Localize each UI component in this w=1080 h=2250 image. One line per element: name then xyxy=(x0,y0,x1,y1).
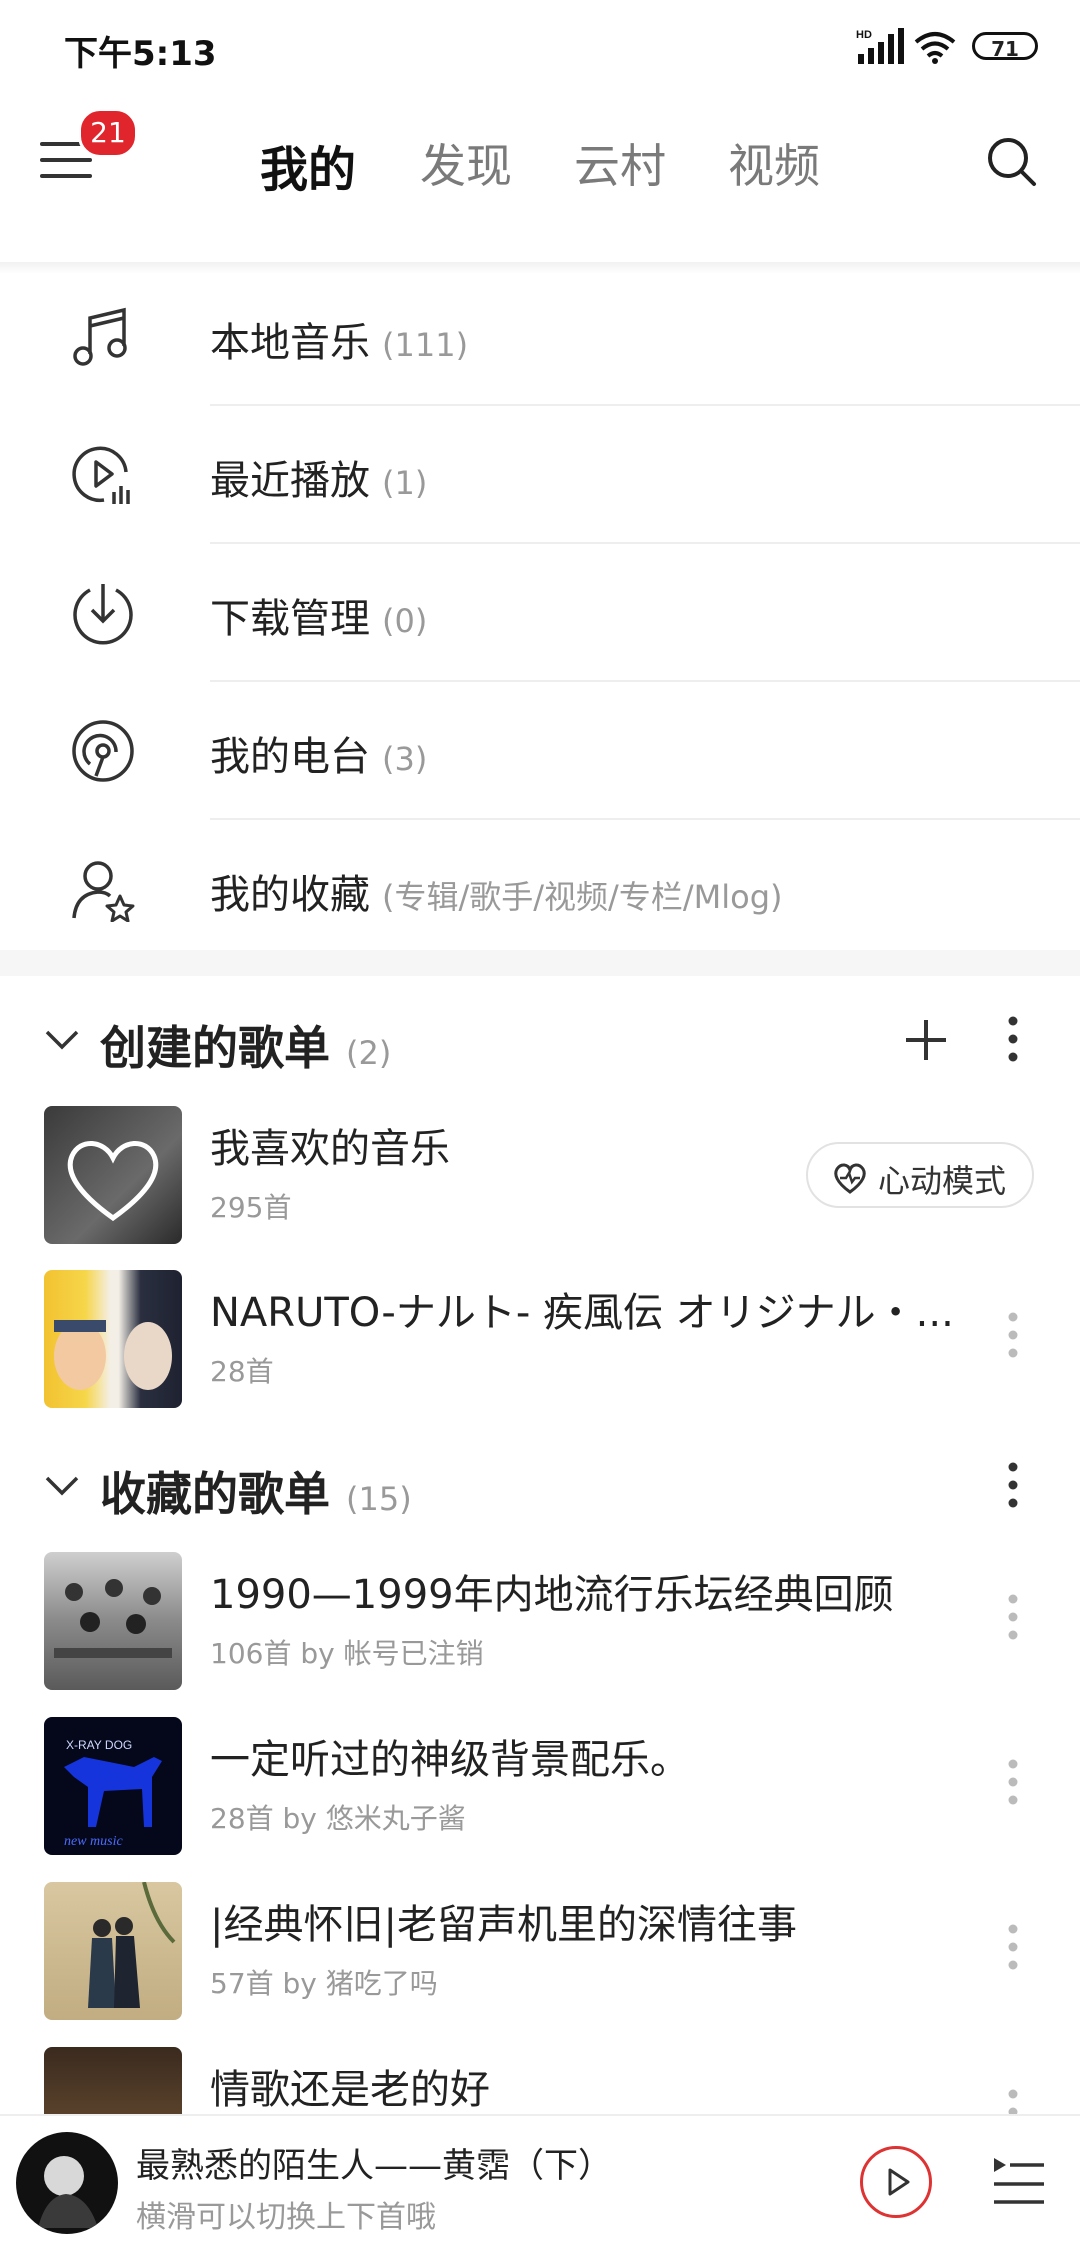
collected-playlists-header[interactable]: 收藏的歌单 (15) xyxy=(0,1446,1080,1536)
playlist-meta: 28首 by 悠米丸子酱 xyxy=(210,1802,466,1835)
menu-my-favorites[interactable]: 我的收藏 (专辑/歌手/视频/专栏/Mlog) xyxy=(0,820,1080,958)
status-time: 下午5:13 xyxy=(64,34,217,74)
playlist-name: 一定听过的神级背景配乐。 xyxy=(210,1737,690,1783)
playlist-bgm[interactable]: X-RAY DOG new music 一定听过的神级背景配乐。 28首 by … xyxy=(0,1717,1080,1882)
wifi-icon xyxy=(914,32,956,64)
tab-video[interactable]: 视频 xyxy=(728,130,820,196)
user-star-icon xyxy=(72,861,135,922)
playlist-cover xyxy=(44,1270,182,1408)
heartbeat-icon xyxy=(834,1163,866,1194)
more-icon[interactable] xyxy=(1003,1592,1023,1642)
menu-count: (1) xyxy=(382,464,428,502)
playlist-meta: 106首 by 帐号已注销 xyxy=(210,1637,484,1670)
now-playing-title: 最熟悉的陌生人——黄霑（下） xyxy=(136,2146,612,2186)
menu-label: 本地音乐 xyxy=(210,320,370,366)
add-icon[interactable] xyxy=(904,1018,948,1062)
menu-count: (专辑/歌手/视频/专栏/Mlog) xyxy=(382,878,783,916)
signal-icon: HD xyxy=(856,28,904,64)
more-icon[interactable] xyxy=(1003,1757,1023,1807)
menu-my-radio[interactable]: 我的电台 (3) xyxy=(0,682,1080,820)
playlist-cover xyxy=(44,1106,182,1244)
playlist-meta: 57首 by 猪吃了吗 xyxy=(210,1967,438,2000)
section-title: 创建的歌单 xyxy=(100,1021,330,1075)
music-note-icon xyxy=(73,307,127,366)
heart-icon xyxy=(67,1141,159,1222)
more-icon[interactable] xyxy=(1003,1460,1023,1510)
more-icon[interactable] xyxy=(1003,1014,1023,1064)
svg-text:X-RAY DOG: X-RAY DOG xyxy=(66,1738,132,1752)
playlist-meta: 295首 xyxy=(210,1191,292,1224)
radio-icon xyxy=(72,720,134,782)
more-icon[interactable] xyxy=(1003,1922,1023,1972)
menu-local-music[interactable]: 本地音乐 (111) xyxy=(0,268,1080,406)
svg-text:new music: new music xyxy=(64,1834,124,1849)
search-icon[interactable] xyxy=(986,136,1038,188)
heart-mode-button[interactable]: 心动模式 xyxy=(806,1142,1034,1208)
heart-mode-label: 心动模式 xyxy=(878,1162,1007,1200)
playlist-naruto[interactable]: NARUTO-ナルト- 疾風伝 オリジナル・... 28首 xyxy=(0,1270,1080,1435)
playlist-nostalgia[interactable]: |经典怀旧|老留声机里的深情往事 57首 by 猪吃了吗 xyxy=(0,1882,1080,2047)
menu-count: (111) xyxy=(382,326,469,364)
play-button[interactable] xyxy=(860,2146,932,2218)
chevron-down-icon[interactable] xyxy=(44,1028,80,1052)
tab-discover[interactable]: 发现 xyxy=(420,130,512,196)
playlist-name: 情歌还是老的好 xyxy=(210,2067,490,2113)
tab-village[interactable]: 云村 xyxy=(574,130,666,196)
section-title: 收藏的歌单 xyxy=(100,1467,330,1521)
now-playing-hint: 横滑可以切换上下首哦 xyxy=(136,2200,436,2235)
created-playlists-header[interactable]: 创建的歌单 (2) xyxy=(0,1000,1080,1090)
menu-count: (0) xyxy=(382,602,428,640)
mini-player[interactable]: 最熟悉的陌生人——黄霑（下） 横滑可以切换上下首哦 xyxy=(0,2114,1080,2250)
status-bar: 下午5:13 HD 71 xyxy=(0,0,1080,95)
album-disc[interactable] xyxy=(16,2132,118,2234)
menu-label: 我的电台 xyxy=(210,734,370,780)
battery-icon: 71 xyxy=(972,32,1038,61)
playlist-name: 1990—1999年内地流行乐坛经典回顾 xyxy=(210,1572,894,1618)
play-icon xyxy=(888,2168,910,2196)
playlist-90s-classics[interactable]: 1990—1999年内地流行乐坛经典回顾 106首 by 帐号已注销 xyxy=(0,1552,1080,1717)
playlist-queue-icon[interactable] xyxy=(990,2154,1046,2210)
menu-recent-play[interactable]: 最近播放 (1) xyxy=(0,406,1080,544)
menu-label: 我的收藏 xyxy=(210,872,370,918)
playlist-cover: X-RAY DOG new music xyxy=(44,1717,182,1855)
playlist-name: NARUTO-ナルト- 疾風伝 オリジナル・... xyxy=(210,1290,950,1336)
playlist-meta: 28首 xyxy=(210,1355,274,1388)
more-icon[interactable] xyxy=(1003,1310,1023,1360)
playlist-name: |经典怀旧|老留声机里的深情往事 xyxy=(210,1902,797,1948)
section-count: (2) xyxy=(346,1034,392,1072)
notification-badge: 21 xyxy=(78,108,138,158)
menu-count: (3) xyxy=(382,740,428,778)
download-icon xyxy=(73,584,133,645)
recent-play-icon xyxy=(72,446,130,504)
menu-label: 最近播放 xyxy=(210,458,370,504)
menu-label: 下载管理 xyxy=(210,596,370,642)
menu-downloads[interactable]: 下载管理 (0) xyxy=(0,544,1080,682)
playlist-cover xyxy=(44,1552,182,1690)
playlist-cover xyxy=(44,1882,182,2020)
chevron-down-icon[interactable] xyxy=(44,1474,80,1498)
section-divider xyxy=(0,950,1080,976)
tab-mine[interactable]: 我的 xyxy=(260,130,356,200)
section-count: (15) xyxy=(346,1480,412,1518)
svg-text:HD: HD xyxy=(856,29,872,41)
playlist-name: 我喜欢的音乐 xyxy=(210,1126,450,1172)
